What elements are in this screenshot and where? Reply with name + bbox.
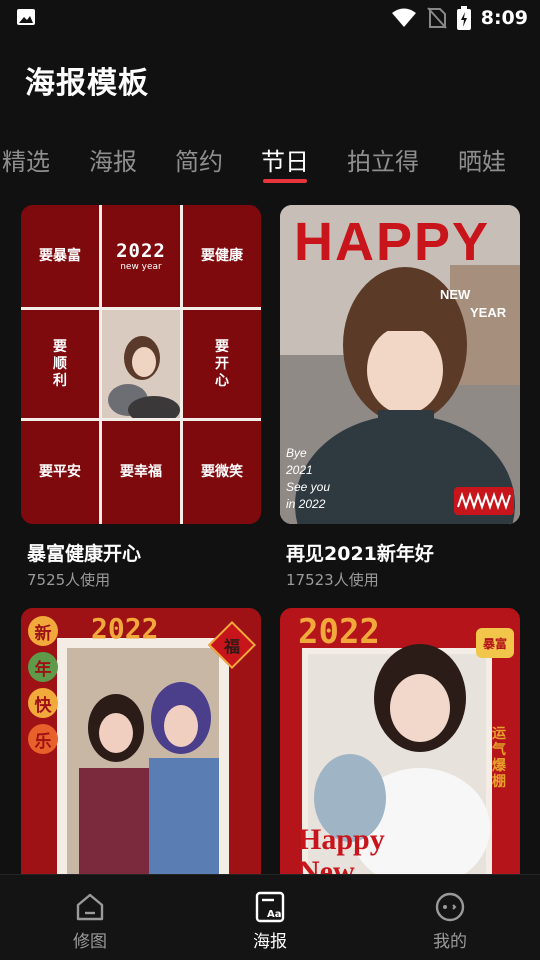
wifi-icon xyxy=(391,8,416,27)
poster-headline: HAPPY xyxy=(294,212,491,272)
poster-year: 2022 xyxy=(91,612,159,645)
grid-line xyxy=(21,418,261,421)
poster-cell: 要平安 xyxy=(21,421,99,524)
poster-side-text: 运气爆棚 xyxy=(492,726,506,790)
poster-cell: 要幸福 xyxy=(102,421,180,524)
status-time: 8:09 xyxy=(480,7,528,29)
svg-text:Aa: Aa xyxy=(267,909,282,920)
poster-cell: 要暴富 xyxy=(21,205,99,307)
home-icon xyxy=(76,893,104,921)
poster-note: Bye 2021 See you in 2022 xyxy=(286,446,331,511)
portrait-illustration xyxy=(102,310,180,418)
template-thumbnail[interactable]: 要暴富 2022 new year 要健康 要 顺 利 要 开 心 要平安 要幸… xyxy=(21,205,261,524)
poster-cell: 要 开 心 xyxy=(183,310,261,418)
status-bar: 8:09 xyxy=(0,0,540,36)
poster-cell: 要 顺 利 xyxy=(21,310,99,418)
bottom-navigation: 修图 Aa 海报 我的 xyxy=(0,874,540,960)
tab-jieri[interactable]: 节日 xyxy=(261,142,309,177)
template-thumbnail[interactable]: 2022 新 年 快 乐 福 xyxy=(21,608,261,874)
poster-cell: 要微笑 xyxy=(183,421,261,524)
poster-side-text: 新 年 快 乐 xyxy=(28,616,58,754)
poster-sub: YEAR xyxy=(470,305,507,320)
poster-photo xyxy=(102,310,180,418)
poster-bottom-text: Happy New xyxy=(298,823,385,875)
image-icon xyxy=(17,9,35,25)
template-thumbnail[interactable]: 2022 暴富 运气爆棚 Happy New xyxy=(280,608,520,874)
tab-jingxuan[interactable]: 精选 xyxy=(2,142,50,177)
template-usage-count: 17523人使用 xyxy=(286,571,379,589)
grid-line xyxy=(99,205,102,524)
template-title: 再见2021新年好 xyxy=(286,543,434,565)
tab-haibao[interactable]: 海报 xyxy=(89,142,137,177)
poster-year: 2022 xyxy=(298,612,380,652)
tab-jianyue[interactable]: 简约 xyxy=(175,142,223,177)
template-thumbnail[interactable]: HAPPY NEW YEAR Bye 2021 See you in 2022 xyxy=(280,205,520,524)
tab-shaiwa[interactable]: 晒娃 xyxy=(458,142,506,177)
category-tabs: 精选 海报 简约 节日 拍立得 晒娃 xyxy=(0,138,540,188)
tab-pailide[interactable]: 拍立得 xyxy=(347,142,419,177)
profile-icon xyxy=(435,892,465,922)
poster-cell: 2022 new year xyxy=(102,205,180,307)
nav-item-wode[interactable]: 我的 xyxy=(360,875,540,960)
grid-line xyxy=(180,205,183,524)
template-usage-count: 7525人使用 xyxy=(27,571,111,589)
nav-item-haibao[interactable]: Aa 海报 xyxy=(180,875,360,960)
poster-badge: 暴富 xyxy=(476,628,514,658)
nav-item-xiutu[interactable]: 修图 xyxy=(0,875,180,960)
poster-cell: 要健康 xyxy=(183,205,261,307)
barcode-sticker-icon xyxy=(454,487,514,515)
grid-line xyxy=(21,307,261,310)
battery-charging-icon xyxy=(456,6,471,30)
no-sim-icon xyxy=(426,7,447,29)
page-title: 海报模板 xyxy=(25,66,149,101)
poster-icon: Aa xyxy=(255,891,285,923)
active-tab-indicator xyxy=(263,179,307,183)
template-title: 暴富健康开心 xyxy=(27,543,142,565)
template-card[interactable]: 2022 新 年 快 乐 福 xyxy=(21,608,261,874)
template-card[interactable]: 2022 暴富 运气爆棚 Happy New xyxy=(280,608,520,874)
poster-sub: NEW xyxy=(440,287,471,302)
